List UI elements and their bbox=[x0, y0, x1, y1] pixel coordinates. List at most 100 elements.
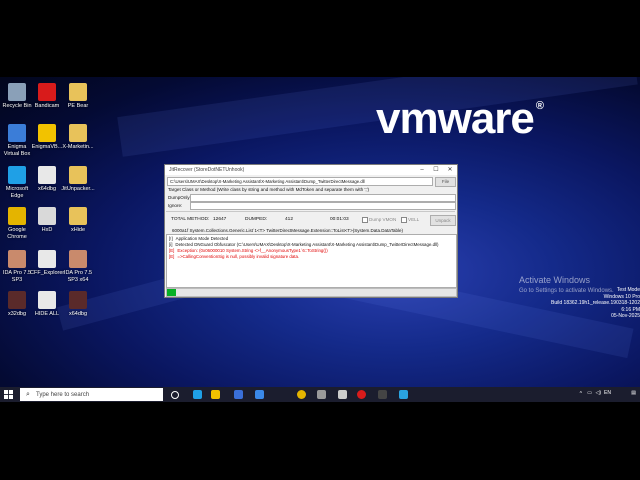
log-line: [E] Exception: (0x06000010 System.String … bbox=[169, 248, 328, 253]
window-title: JitRecover (StoreDotNETUnhook) bbox=[169, 167, 245, 173]
total-method-label: TOTAL METHOD: bbox=[171, 217, 210, 222]
dump-only-input[interactable] bbox=[190, 194, 456, 202]
language-icon[interactable]: EN bbox=[604, 390, 611, 396]
explorer-icon[interactable] bbox=[211, 390, 220, 399]
desktop-icon[interactable]: HxD bbox=[30, 207, 64, 234]
file-path-field[interactable]: C:\Users\UMAX\Desktop\X-Marketing Assist… bbox=[167, 177, 433, 186]
tray-chevron-icon[interactable]: ^ bbox=[580, 391, 582, 397]
desktop-icon-label: IDA Pro 7.5 SP3 bbox=[2, 270, 32, 283]
desktop-icon[interactable]: x32dbg bbox=[0, 291, 34, 318]
mail-icon[interactable] bbox=[255, 390, 264, 399]
desktop-icon[interactable]: PE Bear bbox=[61, 83, 95, 110]
minimize-button[interactable]: – bbox=[415, 165, 429, 175]
current-method-signature: 6000a1f System.Collections.Generic.List`… bbox=[172, 228, 404, 233]
desktop-icon[interactable]: xHide bbox=[61, 207, 95, 234]
desktop-icon[interactable]: IDA Pro 7.5 SP3 bbox=[0, 250, 34, 283]
log-text: =>CallingConventionSig is null, possibly… bbox=[177, 254, 300, 259]
log-tag: [E] bbox=[169, 254, 175, 259]
window-titlebar[interactable]: JitRecover (StoreDotNETUnhook) – ☐ ✕ bbox=[165, 165, 457, 175]
log-output[interactable]: [!] Application Mode Detected [i] Detected… bbox=[166, 234, 457, 288]
edge-icon bbox=[8, 166, 26, 184]
desktop-icon-label: x64dbg bbox=[68, 311, 88, 317]
desktop-icon-label: Google Chrome bbox=[7, 227, 27, 240]
desktop-icon-label: Recycle Bin bbox=[2, 103, 32, 109]
chrome-icon[interactable] bbox=[297, 390, 306, 399]
log-text: Application Mode Detected bbox=[175, 236, 229, 241]
file-button[interactable]: File bbox=[435, 177, 456, 187]
taskbar: ⌕ Type here to search ^ ▭ ◁) EN ▤ bbox=[0, 387, 640, 402]
log-tag: [!] bbox=[169, 236, 173, 241]
dumped-value: 412 bbox=[285, 217, 294, 222]
desktop-icon[interactable]: CFF_Explorer bbox=[30, 250, 64, 277]
close-button[interactable]: ✕ bbox=[443, 165, 457, 175]
vmware-icon[interactable] bbox=[317, 390, 326, 399]
desktop-icon[interactable]: Enigma Virtual Box bbox=[0, 124, 34, 157]
desktop-icon[interactable]: x64dbg bbox=[30, 166, 64, 193]
search-placeholder: Type here to search bbox=[36, 391, 90, 398]
dumped-label: DUMPED: bbox=[245, 217, 268, 222]
desktop-icon-label: x64dbg bbox=[37, 186, 57, 192]
search-icon: ⌕ bbox=[26, 390, 30, 398]
clock-date[interactable]: 05-Nov-2025 bbox=[551, 313, 640, 320]
dump-vmon-checkbox[interactable]: Dump VMON bbox=[362, 217, 396, 223]
desktop-icon[interactable]: Microsoft Edge bbox=[0, 166, 34, 199]
chrome-icon bbox=[8, 207, 26, 225]
folder-icon bbox=[69, 207, 87, 225]
log-line: [i] Detected DNGuard Obfuscator (C:\Users… bbox=[169, 242, 438, 247]
maximize-button[interactable]: ☐ bbox=[429, 165, 443, 175]
desktop-icon[interactable]: Recycle Bin bbox=[0, 83, 34, 110]
desktop-icon[interactable]: Bandicam bbox=[30, 83, 64, 110]
folder-icon bbox=[69, 166, 87, 184]
activate-windows-title: Activate Windows bbox=[519, 275, 591, 285]
timer: 00:01:03 bbox=[330, 217, 349, 222]
log-text: Exception: (0x06000010 System.String <>f… bbox=[177, 248, 328, 253]
taskbar-search-box[interactable]: ⌕ Type here to search bbox=[20, 388, 163, 401]
dump-only-label: DumpOnly: bbox=[168, 195, 191, 200]
log-line: [E] =>CallingConventionSig is null, possi… bbox=[169, 254, 299, 259]
folder-icon bbox=[69, 83, 87, 101]
desktop-icon-label: HxD bbox=[41, 227, 53, 233]
desktop-icon-label: X-Marketin... bbox=[62, 144, 94, 150]
windows-start-icon[interactable] bbox=[4, 390, 13, 399]
hxd-icon[interactable] bbox=[338, 390, 347, 399]
vell-checkbox[interactable]: VELL bbox=[401, 217, 419, 223]
desktop-icon[interactable]: x64dbg bbox=[61, 291, 95, 318]
ida-pro-icon bbox=[8, 250, 26, 268]
checkbox-box bbox=[401, 217, 407, 223]
desktop-icon[interactable]: JitUnpacker... bbox=[61, 166, 95, 193]
task-view-icon[interactable] bbox=[171, 391, 179, 399]
log-tag: [i] bbox=[169, 242, 173, 247]
desktop-icon-label: Enigma Virtual Box bbox=[3, 144, 31, 157]
desktop-icon-label: IDA Pro 7.5 SP3 x64 bbox=[63, 270, 93, 283]
desktop-icon-label: x32dbg bbox=[7, 311, 27, 317]
jit-recover-window: JitRecover (StoreDotNETUnhook) – ☐ ✕ C:\… bbox=[164, 164, 458, 298]
folder-icon bbox=[69, 124, 87, 142]
divider bbox=[166, 211, 455, 212]
progress-fill bbox=[167, 289, 176, 296]
desktop-icon-label: CFF_Explorer bbox=[30, 270, 65, 276]
record-icon[interactable] bbox=[357, 390, 366, 399]
log-tag: [E] bbox=[169, 248, 175, 253]
store-icon[interactable] bbox=[234, 390, 243, 399]
unpack-button[interactable]: Unpack bbox=[430, 215, 456, 226]
desktop-icon-label: JitUnpacker... bbox=[61, 186, 95, 192]
ignore-input[interactable] bbox=[190, 202, 456, 210]
checkbox-box bbox=[362, 217, 368, 223]
desktop-icon-label: xHide bbox=[70, 227, 86, 233]
edge-icon[interactable] bbox=[193, 390, 202, 399]
desktop-icon[interactable]: IDA Pro 7.5 SP3 x64 bbox=[61, 250, 95, 283]
terminal-icon[interactable] bbox=[378, 390, 387, 399]
notification-icon[interactable]: ▤ bbox=[631, 390, 636, 396]
desktop-icon[interactable]: EnigmaVB... bbox=[30, 124, 64, 151]
desktop-icon[interactable]: HIDE ALL bbox=[30, 291, 64, 318]
desktop-icon-label: PE Bear bbox=[67, 103, 89, 109]
desktop-icon-label: EnigmaVB... bbox=[31, 144, 63, 150]
recycle-bin-icon bbox=[8, 83, 26, 101]
volume-icon[interactable]: ◁) bbox=[595, 390, 601, 396]
desktop-icon[interactable]: Google Chrome bbox=[0, 207, 34, 240]
network-icon[interactable]: ▭ bbox=[587, 390, 592, 396]
bandicam-icon bbox=[38, 83, 56, 101]
desktop-icon[interactable]: X-Marketin... bbox=[61, 124, 95, 151]
ida-pro-icon bbox=[69, 250, 87, 268]
telegram-icon[interactable] bbox=[399, 390, 408, 399]
